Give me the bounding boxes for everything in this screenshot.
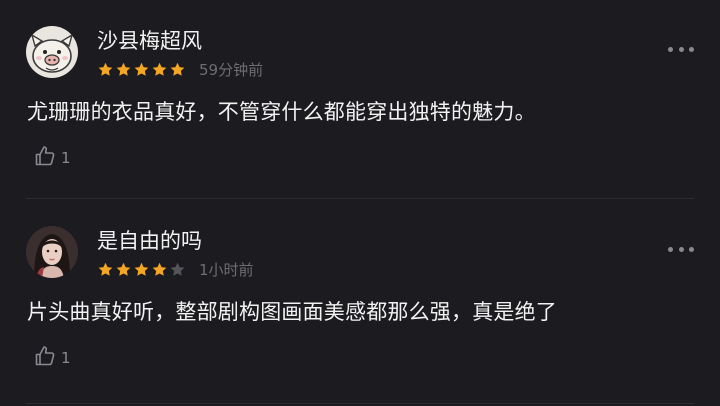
star-filled-icon [170, 62, 185, 76]
star-filled-icon [152, 62, 167, 76]
star-filled-icon [98, 62, 113, 76]
like-count: 1 [61, 149, 71, 167]
star-empty-icon [170, 262, 185, 276]
rating-stars [97, 261, 186, 279]
star-filled-icon [116, 62, 131, 76]
star-filled-icon [134, 62, 149, 76]
star-filled-icon [152, 262, 167, 276]
star-filled-icon [134, 262, 149, 276]
star-filled-icon [116, 262, 131, 276]
rating-stars [97, 61, 186, 79]
comment-time: 1小时前 [199, 261, 254, 279]
like-button[interactable]: 1 [33, 142, 71, 170]
more-options-icon[interactable] [668, 244, 694, 254]
user-avatar[interactable] [26, 226, 78, 278]
star-filled-icon [98, 262, 113, 276]
comment-text: 尤珊珊的衣品真好，不管穿什么都能穿出独特的魅力。 [27, 100, 536, 124]
more-options-icon[interactable] [668, 44, 694, 54]
comment-item: 沙县梅超风 59分钟前 尤珊珊的衣品真好，不管穿什么都能穿出独特的魅力。 1 [0, 0, 720, 200]
pig-cartoon-avatar-icon [26, 26, 78, 78]
divider [26, 198, 694, 199]
thumbs-up-icon [35, 146, 55, 166]
comment-text: 片头曲真好听，整部剧构图画面美感都那么强，真是绝了 [27, 300, 557, 324]
comment-time: 59分钟前 [199, 61, 264, 79]
username[interactable]: 沙县梅超风 [97, 26, 202, 56]
username[interactable]: 是自由的吗 [97, 226, 202, 256]
like-count: 1 [61, 349, 71, 367]
comment-item: 是自由的吗 1小时前 片头曲真好听，整部剧构图画面美感都那么强，真是绝了 1 [0, 200, 720, 406]
user-avatar[interactable] [26, 26, 78, 78]
thumbs-up-icon [35, 346, 55, 366]
divider [26, 403, 694, 404]
woman-portrait-avatar-icon [26, 226, 78, 278]
like-button[interactable]: 1 [33, 342, 71, 370]
